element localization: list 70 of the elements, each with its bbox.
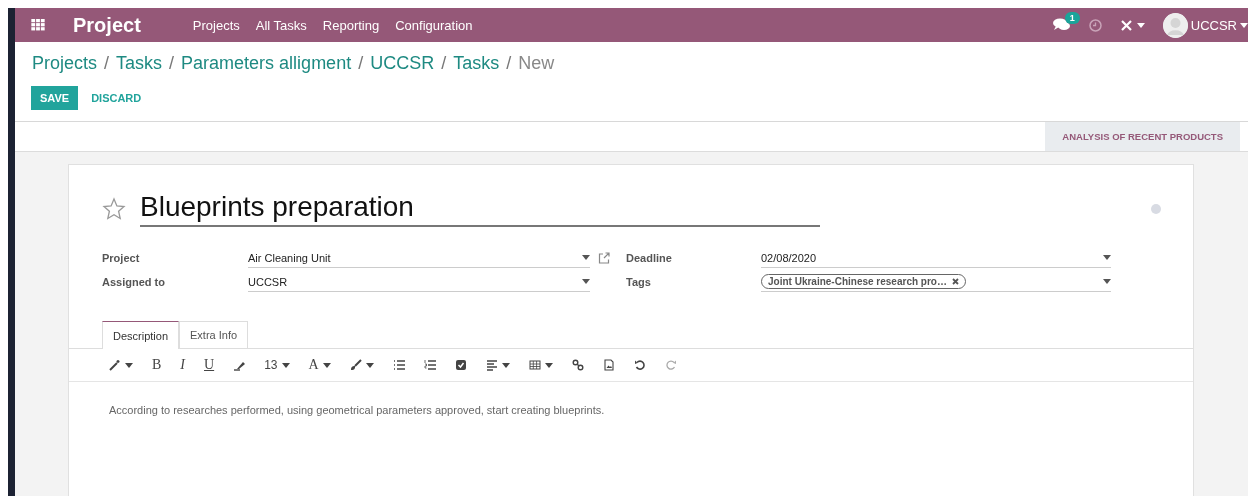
task-title-field[interactable]: Blueprints preparation — [140, 191, 820, 227]
caret-icon[interactable] — [281, 362, 290, 368]
dropdown-field[interactable]: Air Cleaning Unit — [248, 248, 590, 268]
caret-icon[interactable] — [322, 362, 331, 368]
app-title: Project — [73, 13, 141, 37]
tags-field[interactable]: Joint Ukraine-Chinese research pro… — [761, 272, 1111, 292]
menu-item[interactable]: All Tasks — [255, 17, 307, 33]
breadcrumb-link[interactable]: UCCSR — [370, 53, 435, 74]
brush-icon[interactable] — [349, 359, 362, 371]
field-label: Deadline — [626, 252, 673, 264]
side-tab[interactable]: ANALYSIS OF RECENT PRODUCTS — [1045, 122, 1240, 151]
caret-icon[interactable] — [125, 362, 133, 368]
breadcrumb-separator: / — [506, 53, 512, 74]
font-color-button[interactable]: A — [308, 357, 319, 373]
tab[interactable]: Extra Info — [179, 321, 249, 348]
avatar-icon[interactable] — [1162, 12, 1188, 38]
underline-button[interactable]: U — [204, 357, 215, 373]
menu-item[interactable]: Reporting — [322, 17, 380, 33]
caret-icon[interactable] — [1103, 255, 1111, 260]
breadcrumb-separator: / — [104, 53, 110, 74]
breadcrumb-current: New — [518, 53, 555, 74]
caret-icon[interactable] — [1136, 22, 1145, 28]
menu-item[interactable]: Configuration — [395, 17, 473, 33]
breadcrumb-separator: / — [169, 53, 175, 74]
caret-icon[interactable] — [582, 279, 590, 284]
tag-label: Joint Ukraine-Chinese research pro… — [768, 276, 947, 287]
table-icon[interactable] — [528, 359, 541, 371]
caret-icon[interactable] — [544, 362, 553, 368]
undo-icon[interactable] — [633, 359, 646, 371]
font-size-button[interactable]: 13 — [264, 358, 278, 372]
align-icon[interactable] — [485, 359, 498, 371]
menu-item[interactable]: Projects — [192, 17, 240, 33]
checkbox-icon[interactable] — [454, 359, 467, 371]
breadcrumb-separator: / — [441, 53, 447, 74]
field-label: Tags — [626, 276, 652, 288]
italic-button[interactable]: I — [180, 357, 185, 373]
bullet-list-icon[interactable] — [392, 359, 405, 371]
chat-icon[interactable] — [1052, 18, 1071, 32]
breadcrumb-separator: / — [358, 53, 364, 74]
caret-icon[interactable] — [1240, 22, 1248, 28]
numbered-list-icon[interactable] — [423, 359, 436, 371]
breadcrumb-link[interactable]: Projects — [32, 53, 98, 74]
caret-icon[interactable] — [501, 362, 510, 368]
link-icon[interactable] — [571, 359, 584, 371]
field-value: UCCSR — [248, 275, 288, 288]
field-label: Project — [102, 252, 141, 264]
dropdown-field[interactable]: UCCSR — [248, 272, 590, 292]
breadcrumb-link[interactable]: Parameters alligment — [181, 53, 352, 74]
image-icon[interactable] — [602, 359, 615, 371]
breadcrumb-link[interactable]: Tasks — [116, 53, 163, 74]
star-icon[interactable] — [102, 197, 126, 221]
breadcrumb-link[interactable]: Tasks — [453, 53, 500, 74]
apps-menu-icon[interactable] — [31, 19, 45, 31]
eraser-icon[interactable] — [233, 359, 246, 371]
status-dot[interactable] — [1151, 204, 1161, 214]
magic-wand-icon[interactable] — [109, 359, 121, 371]
description-text: According to researches performed, using geometrical parameters approved, start creating blueprints. — [108, 403, 606, 416]
user-name[interactable]: UCCSR — [1190, 17, 1237, 33]
remove-icon[interactable] — [951, 278, 959, 285]
field-value: 02/08/2020 — [761, 251, 817, 264]
field-label: Assigned to — [102, 276, 166, 288]
bold-button[interactable]: B — [152, 357, 162, 373]
caret-icon[interactable] — [365, 362, 374, 368]
notification-badge: 1 — [1064, 12, 1080, 24]
caret-icon[interactable] — [1103, 279, 1111, 284]
date-field[interactable]: 02/08/2020 — [761, 248, 1111, 268]
tab[interactable]: Description — [102, 321, 180, 349]
external-link-icon[interactable] — [598, 252, 610, 264]
field-value: Air Cleaning Unit — [248, 251, 331, 264]
caret-icon[interactable] — [582, 255, 590, 260]
